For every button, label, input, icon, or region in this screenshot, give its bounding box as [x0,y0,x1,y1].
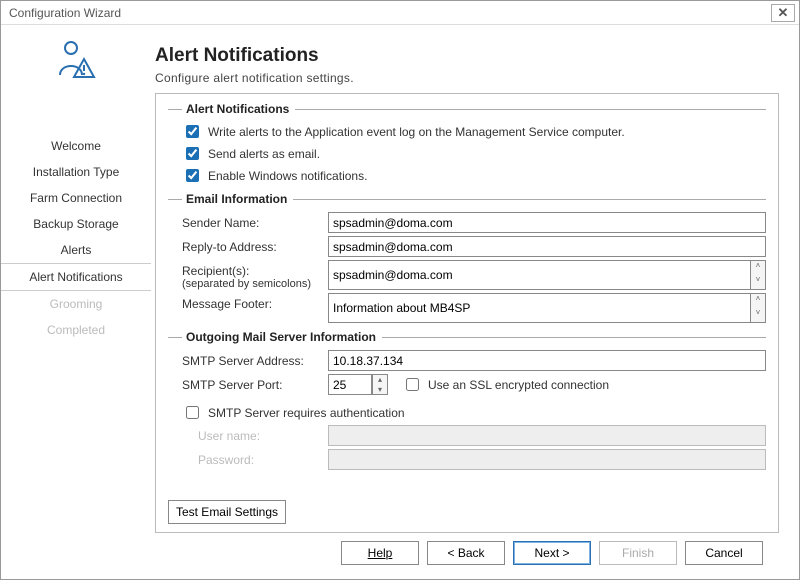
next-button[interactable]: Next > [513,541,591,565]
input-message-footer[interactable] [328,293,750,323]
nav-item-alerts[interactable]: Alerts [1,237,151,263]
chevron-down-icon[interactable]: ▾ [373,385,387,395]
window-title: Configuration Wizard [9,6,121,20]
page-title: Alert Notifications [155,45,779,67]
port-spinner[interactable]: ▴ ▾ [372,374,388,395]
checkbox-send-email[interactable] [186,147,199,160]
label-reply-to: Reply-to Address: [168,236,328,254]
group-smtp-header: Outgoing Mail Server Information [168,330,766,344]
group-alert-header: Alert Notifications [168,102,766,116]
checkbox-ssl[interactable] [406,378,419,391]
nav-item-alert-notifications[interactable]: Alert Notifications [1,263,151,291]
sidebar: Welcome Installation Type Farm Connectio… [1,25,151,579]
wizard-user-alert-icon [52,35,100,83]
label-recipients: Recipient(s): (separated by semicolons) [168,260,328,290]
page-subtitle: Configure alert notification settings. [155,71,779,85]
back-button[interactable]: < Back [427,541,505,565]
input-reply-to[interactable] [328,236,766,257]
config-wizard-window: Configuration Wizard ✕ Welcome Installat… [0,0,800,580]
chevron-up-icon[interactable]: ▴ [373,375,387,385]
wizard-footer: Help < Back Next > Finish Cancel [155,533,779,573]
chevron-down-icon[interactable]: ˅ [751,308,765,322]
input-smtp-port[interactable] [328,374,372,395]
label-smtp-address: SMTP Server Address: [168,350,328,368]
checkbox-windows-notifications[interactable] [186,169,199,182]
test-email-settings-button[interactable]: Test Email Settings [168,500,286,524]
content-panel: Alert Notifications Write alerts to the … [155,93,779,533]
group-alert-legend: Alert Notifications [186,102,289,116]
label-ssl: Use an SSL encrypted connection [428,378,609,392]
checkbox-write-eventlog[interactable] [186,125,199,138]
group-email-legend: Email Information [186,192,287,206]
finish-button: Finish [599,541,677,565]
label-message-footer: Message Footer: [168,293,328,311]
checkbox-smtp-auth[interactable] [186,406,199,419]
chevron-up-icon[interactable]: ˄ [751,261,765,275]
input-sender-name[interactable] [328,212,766,233]
input-recipients[interactable] [328,260,750,290]
nav-list: Welcome Installation Type Farm Connectio… [1,133,151,343]
label-send-email: Send alerts as email. [208,147,320,161]
nav-item-welcome[interactable]: Welcome [1,133,151,159]
recipients-scroll[interactable]: ˄ ˅ [750,260,766,290]
label-sender-name: Sender Name: [168,212,328,230]
label-smtp-auth: SMTP Server requires authentication [208,406,405,420]
nav-item-completed: Completed [1,317,151,343]
label-username: User name: [168,425,328,443]
chevron-up-icon[interactable]: ˄ [751,294,765,308]
group-email-header: Email Information [168,192,766,206]
cancel-button[interactable]: Cancel [685,541,763,565]
chevron-down-icon[interactable]: ˅ [751,275,765,289]
close-icon[interactable]: ✕ [771,4,795,22]
nav-item-farm-connection[interactable]: Farm Connection [1,185,151,211]
input-username [328,425,766,446]
label-write-eventlog: Write alerts to the Application event lo… [208,125,625,139]
group-smtp-legend: Outgoing Mail Server Information [186,330,376,344]
nav-item-installation-type[interactable]: Installation Type [1,159,151,185]
label-password: Password: [168,449,328,467]
nav-item-grooming: Grooming [1,291,151,317]
input-password [328,449,766,470]
label-smtp-port: SMTP Server Port: [168,374,328,392]
input-smtp-address[interactable] [328,350,766,371]
titlebar: Configuration Wizard ✕ [1,1,799,25]
nav-item-backup-storage[interactable]: Backup Storage [1,211,151,237]
label-windows-notifications: Enable Windows notifications. [208,169,367,183]
message-footer-scroll[interactable]: ˄ ˅ [750,293,766,323]
help-button[interactable]: Help [341,541,419,565]
